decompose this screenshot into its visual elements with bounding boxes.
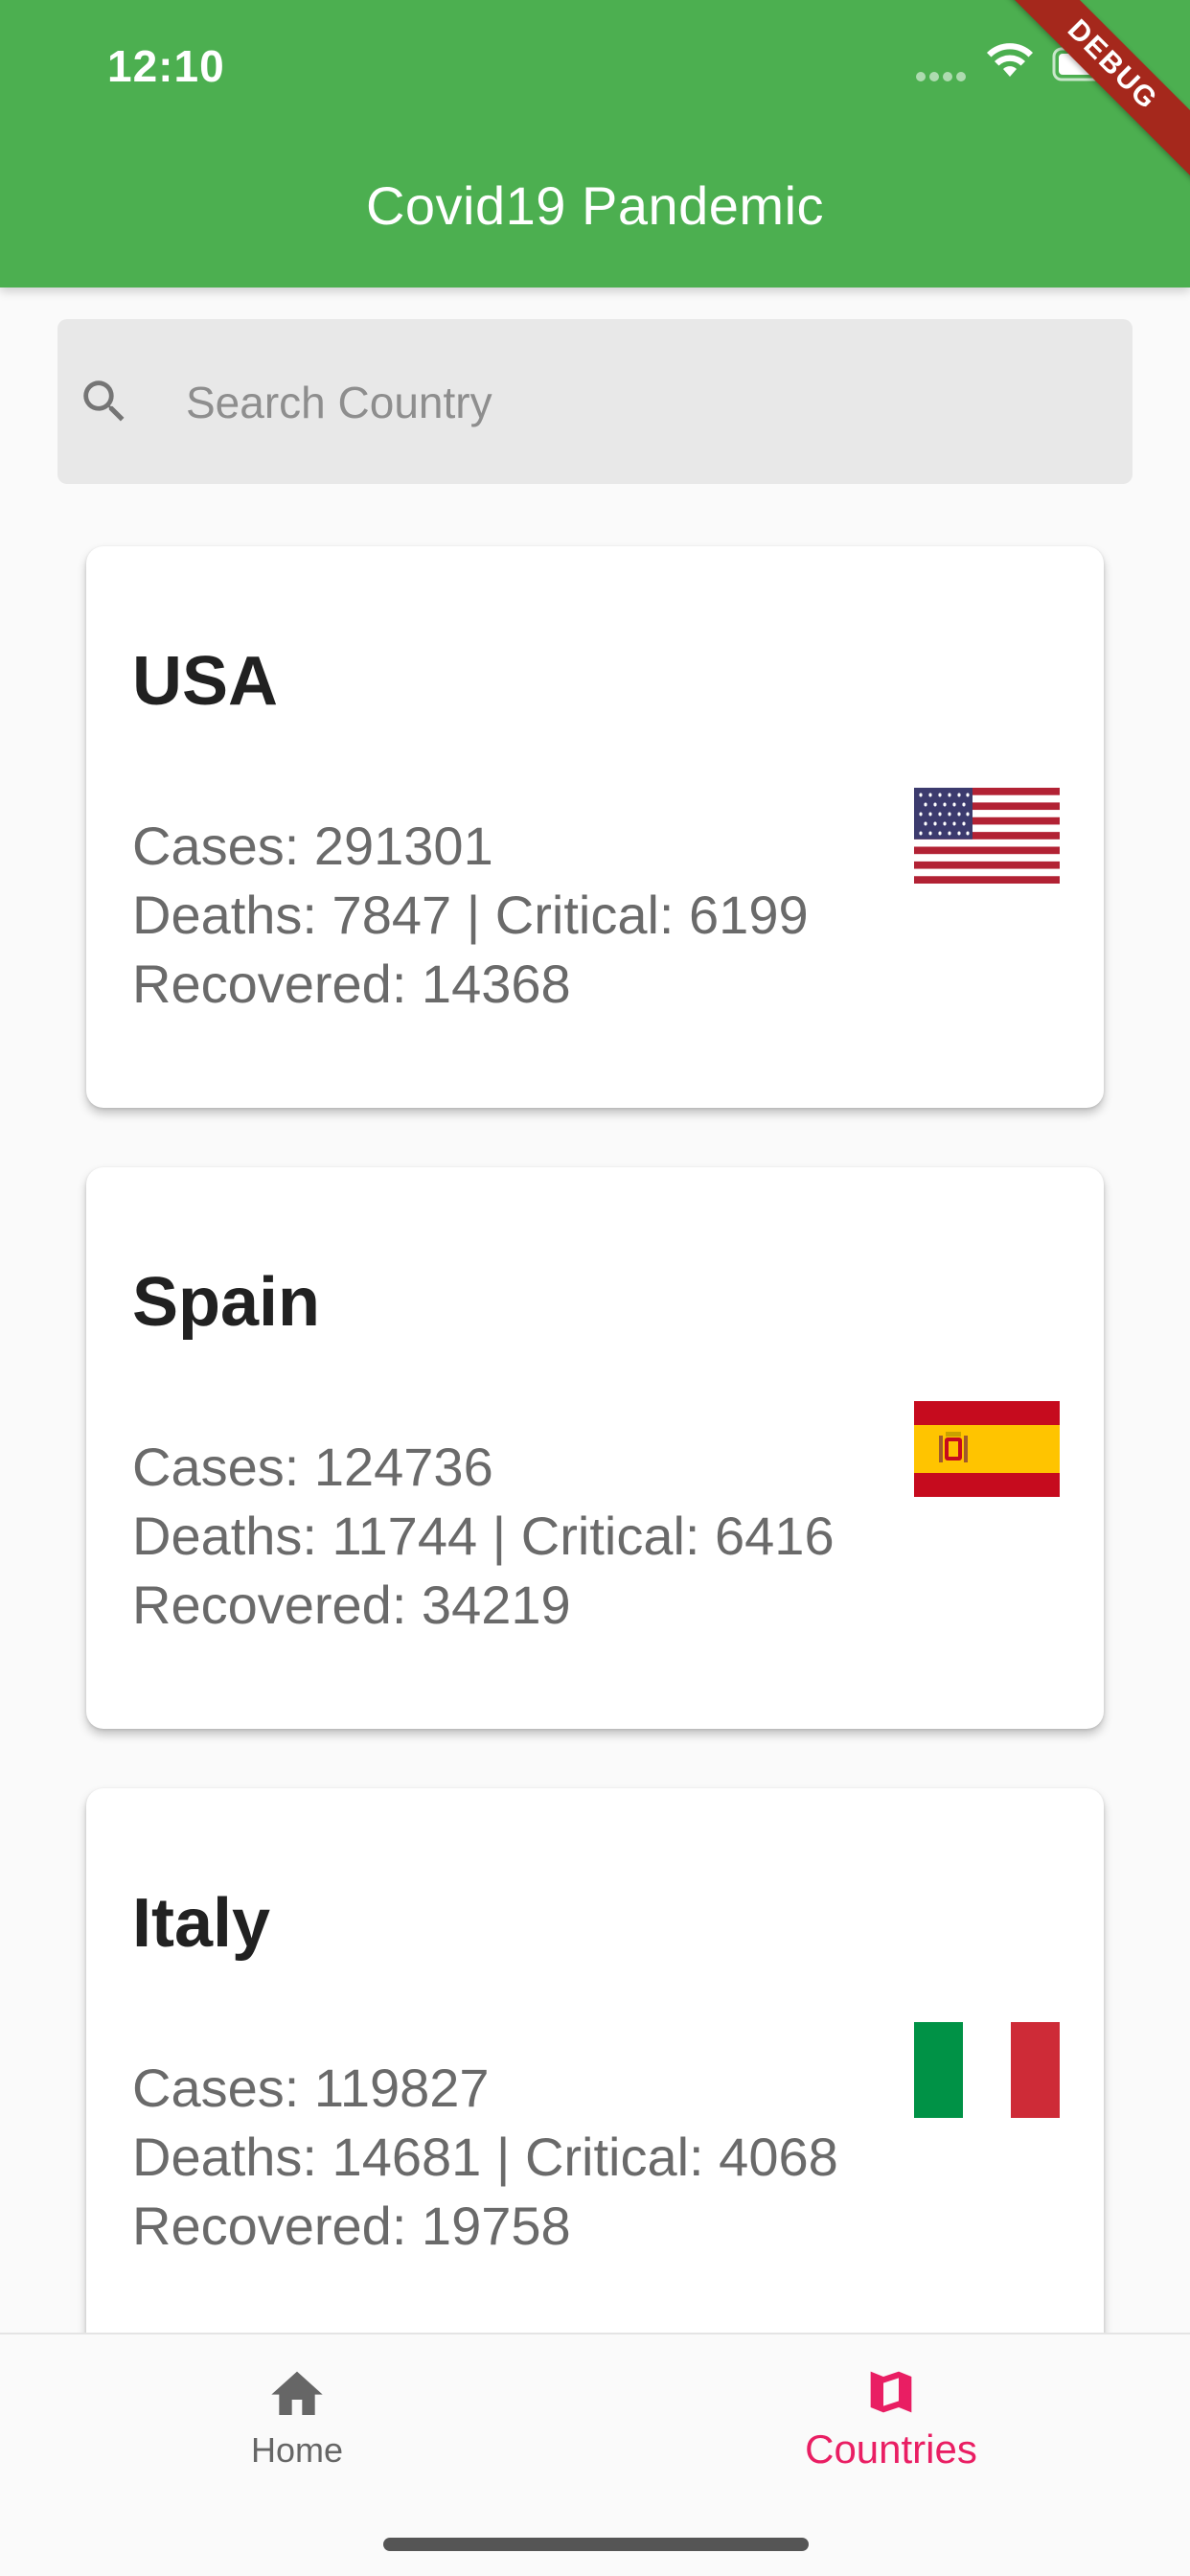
search-input[interactable] — [186, 364, 1048, 441]
recovered-text: Recovered: 14368 — [132, 954, 571, 1014]
country-name: Spain — [132, 1264, 321, 1341]
nav-item-home[interactable]: Home — [201, 2363, 393, 2497]
country-card-italy[interactable]: Italy Cases: 119827 Deaths: 14681 | Crit… — [86, 1788, 1104, 2350]
map-icon — [870, 2371, 912, 2413]
spain-flag-icon — [914, 1401, 1060, 1497]
recovered-text: Recovered: 34219 — [132, 1575, 571, 1635]
nav-label-home: Home — [250, 2430, 344, 2470]
nav-label-countries: Countries — [805, 2426, 977, 2472]
recovered-text: Recovered: 19758 — [132, 2196, 571, 2256]
page-title: Covid19 Pandemic — [365, 175, 825, 236]
wifi-icon — [987, 43, 1033, 77]
cases-text: Cases: 291301 — [132, 816, 493, 876]
status-time: 12:10 — [107, 41, 225, 91]
nav-item-countries[interactable]: Countries — [776, 2363, 1006, 2497]
cases-text: Cases: 124736 — [132, 1437, 493, 1497]
search-icon — [83, 380, 125, 422]
cellular-signal-icon — [916, 69, 972, 82]
home-indicator[interactable] — [383, 2538, 809, 2551]
cases-text: Cases: 119827 — [132, 2058, 490, 2118]
country-card-spain[interactable]: Spain Cases: 124736 Deaths: 11744 | Crit… — [86, 1167, 1104, 1729]
app-bar: 12:10 Covid19 Pandemic — [0, 0, 1190, 288]
usa-flag-icon — [914, 788, 1060, 884]
home-icon — [271, 2371, 323, 2415]
country-card-usa[interactable]: USA Cases: 291301 Deaths: 7847 | Critica… — [86, 546, 1104, 1108]
deaths-critical-text: Deaths: 11744 | Critical: 6416 — [132, 1506, 835, 1566]
country-name: Italy — [132, 1885, 271, 1962]
country-name: USA — [132, 643, 279, 720]
deaths-critical-text: Deaths: 14681 | Critical: 4068 — [132, 2127, 838, 2187]
italy-flag-icon — [914, 2022, 1060, 2118]
deaths-critical-text: Deaths: 7847 | Critical: 6199 — [132, 885, 809, 945]
app-screen: 12:10 Covid19 Pandemic DEBUG USA Cases: … — [0, 0, 1190, 2576]
